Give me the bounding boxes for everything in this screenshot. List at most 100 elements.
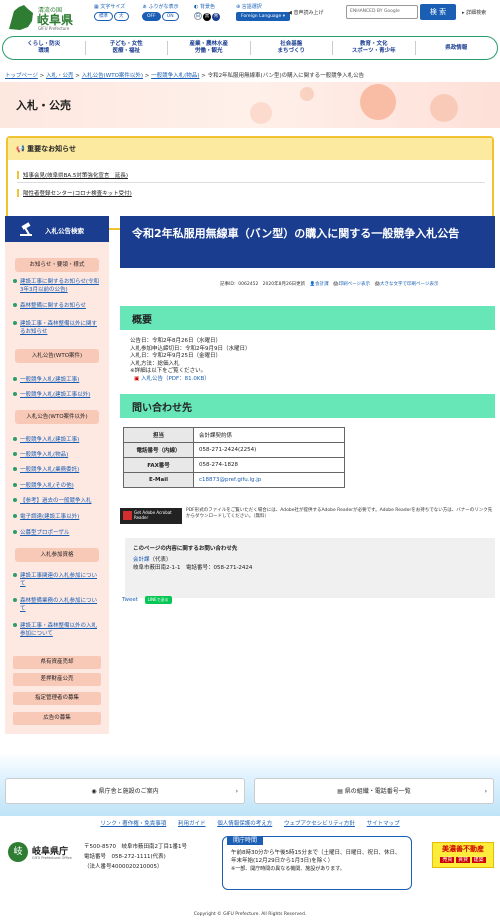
pdf-note-text: PDF形式のファイルをご覧いただく場合には、Adobe社が提供するAdobe R…	[186, 508, 493, 519]
bg-black-button[interactable]: 黒	[203, 13, 211, 21]
pdf-link[interactable]: 入札公告（PDF：81.0KB）	[141, 376, 210, 382]
sidebar-link[interactable]: 建設工事・森林整備以外の入札参加について	[20, 622, 102, 638]
pdf-icon: ▣	[134, 375, 141, 382]
foreign-language-text: Foreign Language	[241, 14, 282, 19]
divider	[17, 182, 485, 183]
overview-heading: 概要	[120, 306, 495, 330]
sidebar-link[interactable]: 公募型プロポーザル	[20, 529, 102, 537]
text-size-large-button[interactable]: 大	[114, 12, 129, 21]
footer-link[interactable]: ウェブアクセシビリティ方針	[284, 821, 355, 827]
breadcrumb-wto-other[interactable]: 入札公告(WTO案件以外)	[82, 73, 143, 79]
detail-search-link[interactable]: ▸ 詳細検索	[462, 9, 486, 16]
breadcrumb-goods[interactable]: 一般競争入札(物品)	[151, 73, 199, 79]
gnav-item-infrastructure[interactable]: 社会基盤 まちづくり	[251, 41, 333, 55]
location-icon: ◉	[91, 788, 99, 795]
sidebar-link[interactable]: 森林整備業務の入札参加について	[20, 597, 102, 613]
footer-corp-number: （法人番号4000020210005）	[84, 864, 163, 870]
office-hours-box: 開庁時間 午前8時30分から午後5時15分まで（土曜日、日曜日、祝日、休日、年末…	[222, 836, 412, 890]
sidebar-link[interactable]: 電子調達(建設工事以外)	[20, 513, 102, 521]
org-directory-button[interactable]: ▤ 県の組織・電話番号一覧 ›	[254, 778, 494, 804]
page-title: 令和2年私服用無線車（バン型）の購入に関する一般競争入札公告	[120, 216, 495, 268]
sidebar-title-text: 入札公告検索	[45, 227, 84, 235]
sidebar-link[interactable]: 建設工事に関するお知らせ(令和3年3月以前の公告)	[20, 278, 102, 294]
text-size-label: 文字サイズ	[100, 4, 126, 10]
bullet-icon	[13, 483, 17, 487]
contact-dept-link[interactable]: 会計課	[133, 557, 150, 563]
sidebar-link[interactable]: 一般競争入札(業務委託)	[20, 466, 102, 474]
notice-item-text: 知事会見(岐阜県BA.5対策強化宣言 延長)	[23, 173, 128, 179]
sidebar-link[interactable]: 一般競争入札(物品)	[20, 451, 102, 459]
gnav-item-children[interactable]: 子ども・女性 医療・福祉	[86, 41, 168, 55]
overview-line: 入札方法：総価入札	[130, 360, 180, 367]
footer-link[interactable]: 個人情報保護の考え方	[217, 821, 272, 827]
furigana-icon: ぁ	[142, 4, 149, 10]
gifu-logo-icon[interactable]	[6, 3, 36, 31]
notice-item[interactable]: 陽性者登録センター(コロナ検査キット受付)	[17, 189, 485, 197]
text-size-standard-button[interactable]: 標準	[94, 12, 113, 21]
breadcrumb-top[interactable]: トップページ	[5, 73, 38, 79]
ad-tag: 売買	[440, 857, 455, 863]
gnav-item-education[interactable]: 教育・文化 スポーツ・青少年	[333, 41, 416, 55]
dept-link[interactable]: 会計課	[315, 282, 329, 287]
breadcrumb-nyusatsu[interactable]: 入札・公売	[46, 73, 74, 79]
table-value: 058-274-1828	[193, 457, 345, 473]
sidebar-button[interactable]: 差押財産公売	[13, 673, 101, 686]
sidebar-link[interactable]: 一般競争入札(建設工事以外)	[20, 391, 102, 399]
sidebar-link[interactable]: 一般競争入札(その他)	[20, 482, 102, 490]
print-large-link[interactable]: 大きな文字で印刷ページ表示	[380, 282, 438, 287]
sidebar-link[interactable]: 建設工事関連の入札参加について	[20, 572, 102, 588]
notice-item[interactable]: 知事会見(岐阜県BA.5対策強化宣言 延長)	[17, 171, 485, 179]
language-control: ⊕ 言語選択 Foreign Language ▾	[236, 3, 291, 21]
bg-white-button[interactable]: 白	[194, 12, 202, 20]
sidebar-link[interactable]: 一般競争入札(建設工事)	[20, 376, 102, 384]
footer-link[interactable]: リンク・著作権・免責事項	[100, 821, 166, 827]
ad-tag: 建築	[471, 857, 486, 863]
email-link[interactable]: c18873@pref.gifu.lg.jp	[199, 477, 261, 483]
bullet-icon	[13, 321, 17, 325]
sidebar-link[interactable]: 森林整備に関するお知らせ	[20, 302, 102, 310]
table-row: 電話番号（内線） 058-271-2424(2254)	[123, 442, 345, 458]
gnav-item-government[interactable]: 県政情報	[416, 45, 498, 52]
article-id: 記事ID：0062452	[220, 282, 259, 287]
overview-line: 公告日：令和2年8月26日（水曜日）	[130, 338, 221, 344]
banner-title: 入札・公売	[16, 99, 71, 112]
table-row: E-Mail c18873@pref.gifu.lg.jp	[123, 472, 345, 488]
gnav-item-living[interactable]: くらし・防災 環境	[3, 41, 86, 55]
table-value: 会計課契約係	[193, 427, 345, 443]
ad-tag: 賃貸	[455, 857, 470, 863]
decorative-circle	[360, 84, 396, 120]
table-row: 担当 会計課契約係	[123, 427, 345, 443]
notice-heading-text: 重要なお知らせ	[27, 145, 77, 153]
sidebar-link[interactable]: 一般競争入札(建設工事)	[20, 436, 102, 444]
line-share-button[interactable]: LINEで送る	[144, 596, 172, 604]
bullet-icon	[13, 279, 17, 283]
adobe-reader-banner[interactable]: Get Adobe Acrobat Reader	[120, 508, 182, 524]
bgcolor-control: ◐ 背景色 白黒青	[194, 3, 221, 21]
furigana-on-button[interactable]: ON	[161, 12, 179, 21]
advertisement-banner[interactable]: 美濃善不動産 売買 賃貸 建築	[432, 842, 494, 868]
tweet-link[interactable]: Tweet	[122, 597, 138, 603]
language-label: 言語選択	[241, 4, 262, 10]
sidebar-button[interactable]: 県有資産売却	[13, 656, 101, 669]
foreign-language-button[interactable]: Foreign Language ▾	[236, 12, 291, 21]
search-input[interactable]: ENHANCED BY Google	[346, 5, 418, 19]
footer-link[interactable]: 利用ガイド	[178, 821, 206, 827]
contact-address: 岐阜市薮田南2-1-1 電話番号：058-271-2424	[133, 565, 253, 571]
gnav-item-industry[interactable]: 産業・農林水産 労働・観光	[168, 41, 251, 55]
bullet-icon	[13, 498, 17, 502]
sidebar-button[interactable]: 指定管理者の募集	[13, 692, 101, 705]
furigana-off-button[interactable]: OFF	[142, 12, 161, 21]
chevron-right-icon: ›	[484, 788, 487, 795]
sidebar-link[interactable]: 建設工事・森林整備以外に関するお知らせ	[20, 320, 102, 336]
sidebar-link[interactable]: 【参考】過去の一般競争入札	[20, 497, 102, 505]
print-link[interactable]: 印刷ページ表示	[339, 282, 370, 287]
search-button[interactable]: 検 索	[420, 4, 456, 20]
bullet-icon	[13, 514, 17, 518]
footer-address-block: 〒500-8570 岐阜市薮田南2丁目1番1号 電話番号 058-272-111…	[84, 842, 187, 872]
footer-link[interactable]: サイトマップ	[367, 821, 400, 827]
bg-blue-button[interactable]: 青	[212, 13, 220, 21]
sidebar-button[interactable]: 広告の募集	[13, 712, 101, 725]
breadcrumb: トップページ > 入札・公売 > 入札公告(WTO案件以外) > 一般競争入札(…	[5, 73, 365, 79]
office-guide-button[interactable]: ◉ 県庁舎と施設のご案内 ›	[5, 778, 245, 804]
audio-readout-link[interactable]: ◀ 音声読み上げ	[288, 9, 323, 16]
